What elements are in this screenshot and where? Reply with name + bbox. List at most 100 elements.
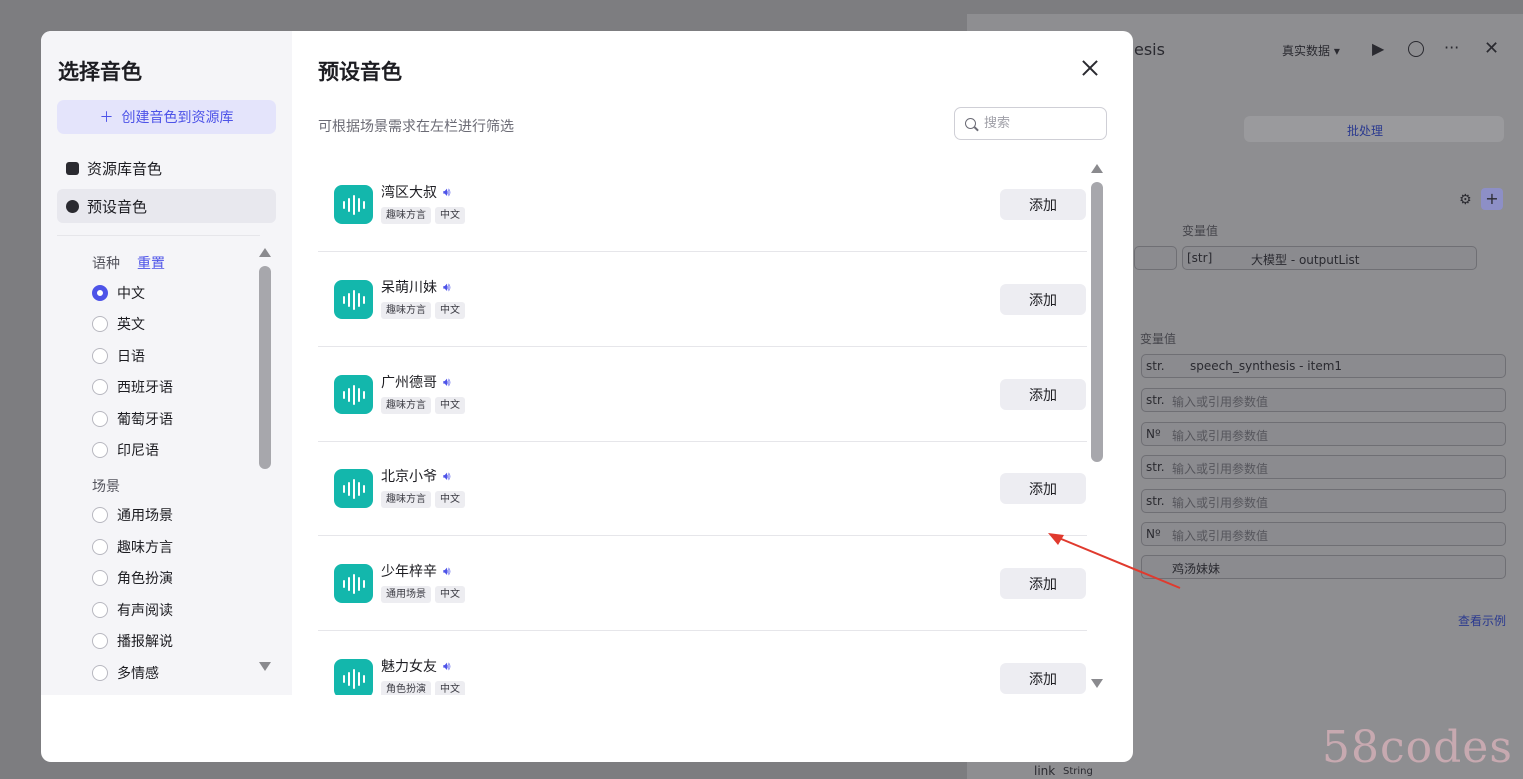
nav-preset-voices[interactable]: 预设音色 <box>57 189 276 223</box>
search-input[interactable] <box>982 115 1092 132</box>
panel-close-icon[interactable]: ✕ <box>1484 38 1499 59</box>
waveform-icon <box>334 469 373 508</box>
input-row-4[interactable]: str. 输入或引用参数值 <box>1141 455 1506 479</box>
more-icon[interactable]: ··· <box>1444 38 1459 57</box>
waveform-icon <box>334 280 373 319</box>
radio-language-zh[interactable]: 中文 <box>92 283 145 303</box>
link-label: link <box>1034 764 1056 778</box>
add-button[interactable]: 添加 <box>1000 379 1086 410</box>
radio-icon <box>92 348 108 364</box>
tag: 趣味方言 <box>381 397 431 414</box>
modal-title: 选择音色 <box>58 60 142 84</box>
reset-link[interactable]: 重置 <box>137 253 165 273</box>
voice-icon <box>66 199 79 213</box>
radio-icon <box>92 411 108 427</box>
add-button[interactable]: 添加 <box>1000 189 1086 220</box>
voice-name: 魅力女友 🔊︎ <box>381 658 451 676</box>
scroll-down-icon[interactable] <box>1091 679 1103 688</box>
list-item: 少年梓辛 🔊︎ 通用场景 中文 添加 <box>318 536 1087 631</box>
scroll-up-icon[interactable] <box>259 248 271 257</box>
radio-checked-icon <box>92 285 108 301</box>
left-scrollbar[interactable] <box>258 248 271 680</box>
add-button[interactable]: 添加 <box>1000 663 1086 694</box>
speaker-icon[interactable]: 🔊︎ <box>443 564 451 579</box>
radio-scene-general[interactable]: 通用场景 <box>92 505 173 525</box>
tab-batch[interactable]: 批处理 <box>1347 122 1383 139</box>
radio-icon <box>92 633 108 649</box>
input-row-7[interactable]: 鸡汤妹妹 <box>1141 555 1506 579</box>
voice-tags: 趣味方言 中文 <box>381 491 465 508</box>
tag: 通用场景 <box>381 586 431 603</box>
radio-icon <box>92 379 108 395</box>
tag: 中文 <box>435 586 465 603</box>
search-box[interactable] <box>954 107 1107 140</box>
add-button[interactable]: 添加 <box>1000 473 1086 504</box>
output-source-field[interactable]: [str] 大模型 - outputList <box>1182 246 1477 270</box>
list-item: 呆萌川妹 🔊︎ 趣味方言 中文 添加 <box>318 252 1087 347</box>
radio-scene-roleplay[interactable]: 角色扮演 <box>92 568 173 588</box>
radio-icon <box>92 507 108 523</box>
voice-tags: 趣味方言 中文 <box>381 397 465 414</box>
radio-scene-emotional[interactable]: 多情感 <box>92 663 159 683</box>
input-row-5[interactable]: str. 输入或引用参数值 <box>1141 489 1506 513</box>
run-icon[interactable]: ▶ <box>1372 39 1384 58</box>
radio-icon <box>92 570 108 586</box>
see-example-link[interactable]: 查看示例 <box>1458 612 1506 629</box>
add-icon[interactable]: + <box>1481 188 1503 210</box>
radio-icon <box>92 539 108 555</box>
radio-language-ja[interactable]: 日语 <box>92 346 145 366</box>
close-icon[interactable] <box>1079 57 1101 79</box>
radio-icon <box>92 665 108 681</box>
radio-scene-dialect[interactable]: 趣味方言 <box>92 537 173 557</box>
nav-library-voices[interactable]: 资源库音色 <box>57 151 276 185</box>
scroll-down-icon[interactable] <box>259 662 271 671</box>
voice-name: 北京小爷 🔊︎ <box>381 468 451 486</box>
speaker-icon[interactable]: 🔊︎ <box>443 280 451 295</box>
filter-hint: 可根据场景需求在左栏进行筛选 <box>318 119 514 135</box>
list-item: 北京小爷 🔊︎ 趣味方言 中文 添加 <box>318 441 1087 536</box>
section-title: 预设音色 <box>318 60 402 84</box>
input-row-1[interactable]: str. speech_synthesis - item1 <box>1141 354 1506 378</box>
tag: 中文 <box>435 491 465 508</box>
waveform-icon <box>334 375 373 414</box>
voice-tags: 通用场景 中文 <box>381 586 465 603</box>
tag: 中文 <box>435 397 465 414</box>
voice-tags: 趣味方言 中文 <box>381 302 465 319</box>
speaker-icon[interactable]: 🔊︎ <box>443 659 451 674</box>
radio-language-es[interactable]: 西班牙语 <box>92 377 173 397</box>
help-icon[interactable] <box>1408 41 1424 57</box>
input-row-3[interactable]: Nº 输入或引用参数值 <box>1141 422 1506 446</box>
search-icon <box>965 118 976 129</box>
scroll-thumb[interactable] <box>259 266 271 469</box>
scroll-up-icon[interactable] <box>1091 164 1103 173</box>
add-button[interactable]: 添加 <box>1000 284 1086 315</box>
speaker-icon[interactable]: 🔊︎ <box>443 185 451 200</box>
speaker-icon[interactable]: 🔊︎ <box>443 375 451 390</box>
input-row-2[interactable]: str. 输入或引用参数值 <box>1141 388 1506 412</box>
watermark: 58codes <box>1322 722 1513 773</box>
radio-language-pt[interactable]: 葡萄牙语 <box>92 409 173 429</box>
speaker-icon[interactable]: 🔊︎ <box>443 469 451 484</box>
left-sidebar: 选择音色 ＋ 创建音色到资源库 资源库音色 预设音色 语种 重置 中文 英文 日… <box>41 31 292 695</box>
radio-icon <box>92 316 108 332</box>
radio-language-id[interactable]: 印尼语 <box>92 440 159 460</box>
create-voice-label: 创建音色到资源库 <box>121 110 234 126</box>
tag: 中文 <box>435 207 465 224</box>
scene-filter-label: 场景 <box>92 479 120 495</box>
waveform-icon <box>334 564 373 603</box>
settings-icon[interactable]: ⚙ <box>1459 192 1472 208</box>
nav-label: 预设音色 <box>87 197 148 216</box>
voice-name: 广州德哥 🔊︎ <box>381 374 451 392</box>
create-voice-button[interactable]: ＋ 创建音色到资源库 <box>57 100 276 134</box>
right-scrollbar[interactable] <box>1090 162 1103 692</box>
input-row-6[interactable]: Nº 输入或引用参数值 <box>1141 522 1506 546</box>
add-button[interactable]: 添加 <box>1000 568 1086 599</box>
divider <box>57 235 260 236</box>
tag: 中文 <box>435 681 465 695</box>
radio-language-en[interactable]: 英文 <box>92 314 145 334</box>
radio-scene-audiobook[interactable]: 有声阅读 <box>92 600 173 620</box>
radio-scene-broadcast[interactable]: 播报解说 <box>92 631 173 651</box>
scroll-thumb[interactable] <box>1091 182 1103 462</box>
real-data-dropdown[interactable]: 真实数据 ▾ <box>1282 42 1340 59</box>
voice-name: 少年梓辛 🔊︎ <box>381 563 451 581</box>
